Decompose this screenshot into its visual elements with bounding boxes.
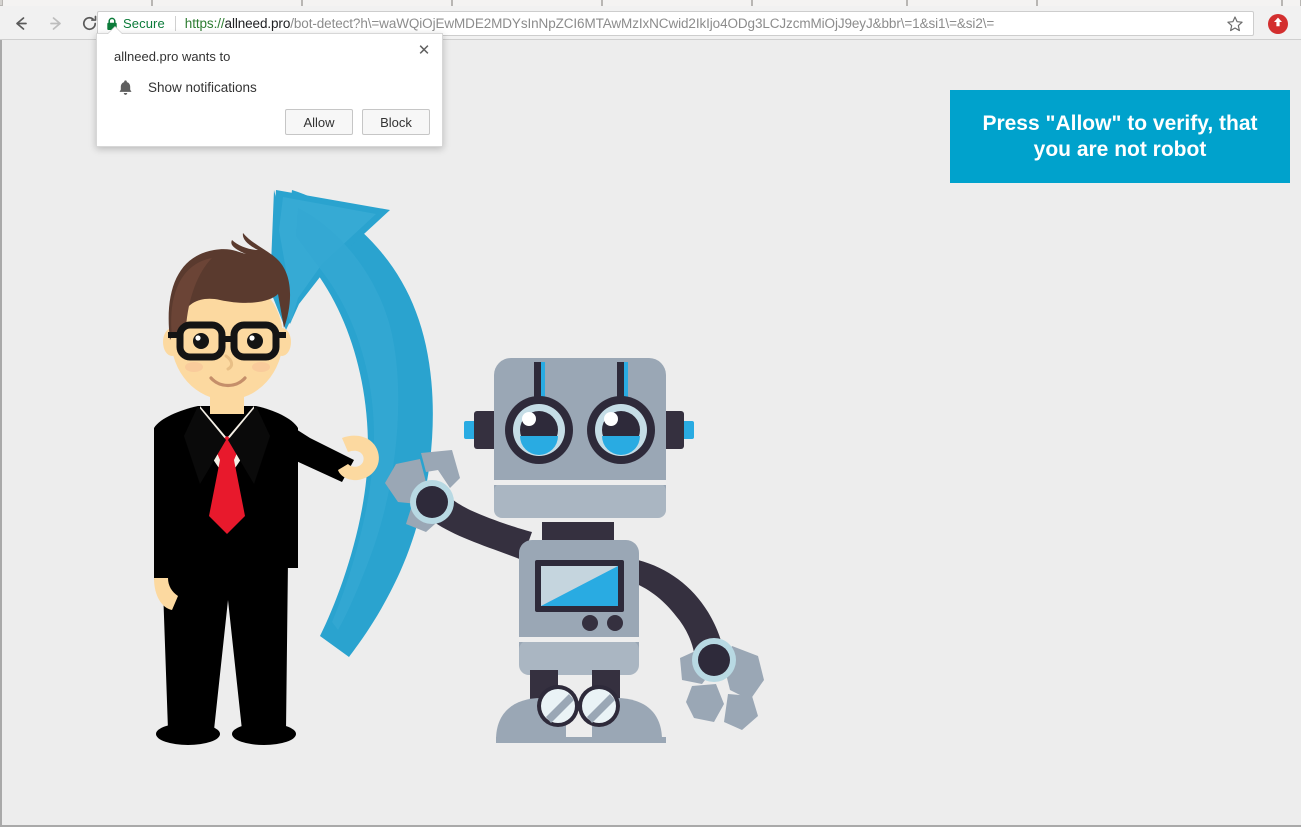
- man-right-shoe: [232, 723, 296, 745]
- bubble-title: allneed.pro wants to: [114, 49, 231, 64]
- man-jacket: [154, 406, 298, 568]
- robot-right-stalk-accent: [624, 362, 628, 402]
- robot-right-foot: [592, 698, 662, 740]
- url-host: allneed.pro: [224, 16, 291, 31]
- robot-jaw-line: [494, 480, 666, 485]
- robot-button-left: [582, 615, 598, 631]
- back-arrow-icon: [12, 14, 31, 33]
- arrow-highlight: [296, 208, 399, 630]
- man-mouth: [209, 376, 247, 388]
- robot-left-arm: [414, 484, 532, 560]
- red-circle-up-arrow-icon: [1271, 15, 1285, 34]
- man-left-ear: [163, 328, 181, 356]
- arrow-head-notch: [270, 190, 302, 330]
- robot-left-claw: [385, 450, 460, 532]
- browser-window: Secure https://allneed.pro/bot-detect?h\…: [0, 0, 1301, 827]
- robot-torso-line: [519, 637, 639, 642]
- businessman: [154, 233, 379, 745]
- man-left-shoe: [156, 723, 220, 745]
- robot-screen-highlight: [541, 566, 618, 606]
- man-left-lapel: [184, 406, 226, 484]
- robot-foot-base: [496, 737, 666, 743]
- allow-button[interactable]: Allow: [285, 109, 353, 135]
- robot-screen: [541, 566, 618, 606]
- robot-left-eye: [505, 396, 573, 464]
- man-left-cheek: [185, 362, 203, 372]
- arrow-head-highlight: [279, 197, 376, 322]
- close-icon[interactable]: ✕: [414, 40, 434, 60]
- man-arm-left: [154, 428, 178, 580]
- extension-button[interactable]: [1268, 14, 1288, 34]
- block-button[interactable]: Block: [362, 109, 430, 135]
- bookmark-star-button[interactable]: [1226, 15, 1246, 35]
- man-legs: [162, 560, 288, 730]
- robot-right-claw: [680, 638, 764, 730]
- robot-left-ear-tip: [464, 421, 476, 439]
- robot-right-leg: [592, 670, 620, 718]
- man-right-lapel: [228, 406, 270, 484]
- url-path-query: /bot-detect?h\=waWQiOjEwMDE2MDYsInNpZCI6…: [290, 16, 995, 31]
- forward-button[interactable]: [42, 10, 69, 37]
- man-neck: [210, 380, 244, 414]
- security-label: Secure: [123, 16, 165, 31]
- arrow-head: [274, 190, 390, 324]
- permission-row: Show notifications: [114, 79, 257, 96]
- bell-icon: [114, 79, 136, 96]
- robot-torso-lower: [519, 640, 639, 675]
- robot-screen-frame: [535, 560, 624, 612]
- man-right-eye: [247, 333, 263, 349]
- robot-left-screw: [537, 685, 579, 727]
- bubble-buttons: Allow Block: [285, 109, 430, 135]
- man-arm-right: [280, 424, 354, 482]
- man-face: [171, 276, 283, 400]
- notification-permission-bubble: ✕ allneed.pro wants to Show notification…: [96, 26, 443, 147]
- arrow-tail-shadow: [302, 196, 430, 655]
- robot-left-stalk: [534, 362, 541, 407]
- arrow-band: [287, 190, 433, 657]
- arrow-head-fill: [278, 192, 387, 320]
- robot-left-stalk-accent: [541, 362, 545, 402]
- robot-button-right: [607, 615, 623, 631]
- robot: [385, 358, 764, 743]
- omnibox-separator: [174, 16, 176, 31]
- robot-right-stalk: [617, 362, 624, 407]
- robot-right-ear: [656, 411, 684, 449]
- man-left-eye: [193, 333, 209, 349]
- robot-left-ear: [474, 411, 502, 449]
- man-right-cheek: [252, 362, 270, 372]
- man-glasses: [168, 321, 286, 361]
- robot-torso: [519, 540, 639, 675]
- man-left-eye-glint: [195, 335, 201, 341]
- robot-left-leg: [530, 670, 558, 718]
- cta-banner: Press "Allow" to verify, that you are no…: [950, 90, 1290, 183]
- robot-jaw: [494, 483, 666, 518]
- robot-right-screw: [578, 685, 620, 727]
- man-hair-highlight: [171, 258, 212, 336]
- man-hand-right: [338, 435, 379, 481]
- robot-head: [494, 358, 666, 518]
- man-tie: [209, 436, 245, 534]
- bubble-pointer-inner: [108, 27, 122, 34]
- forward-arrow-icon: [46, 14, 65, 33]
- url-scheme: https://: [184, 16, 225, 31]
- man-hair: [168, 233, 291, 340]
- man-nose: [224, 354, 234, 371]
- robot-right-ear-tip: [682, 421, 694, 439]
- robot-neck: [542, 522, 614, 546]
- man-right-eye-glint: [249, 335, 255, 341]
- page-viewport: Press "Allow" to verify, that you are no…: [0, 40, 1301, 827]
- man-shirt: [200, 406, 254, 480]
- robot-right-arm: [632, 560, 724, 664]
- star-outline-icon: [1226, 16, 1244, 35]
- man-hand-left: [154, 578, 178, 610]
- robot-right-eye: [587, 396, 655, 464]
- permission-label: Show notifications: [148, 80, 257, 95]
- cta-banner-text: Press "Allow" to verify, that you are no…: [982, 111, 1258, 161]
- curved-blue-arrow: [270, 190, 433, 657]
- url-text: https://allneed.pro/bot-detect?h\=waWQiO…: [185, 16, 994, 31]
- back-button[interactable]: [8, 10, 35, 37]
- robot-left-foot: [496, 698, 566, 740]
- man-right-ear: [273, 328, 291, 356]
